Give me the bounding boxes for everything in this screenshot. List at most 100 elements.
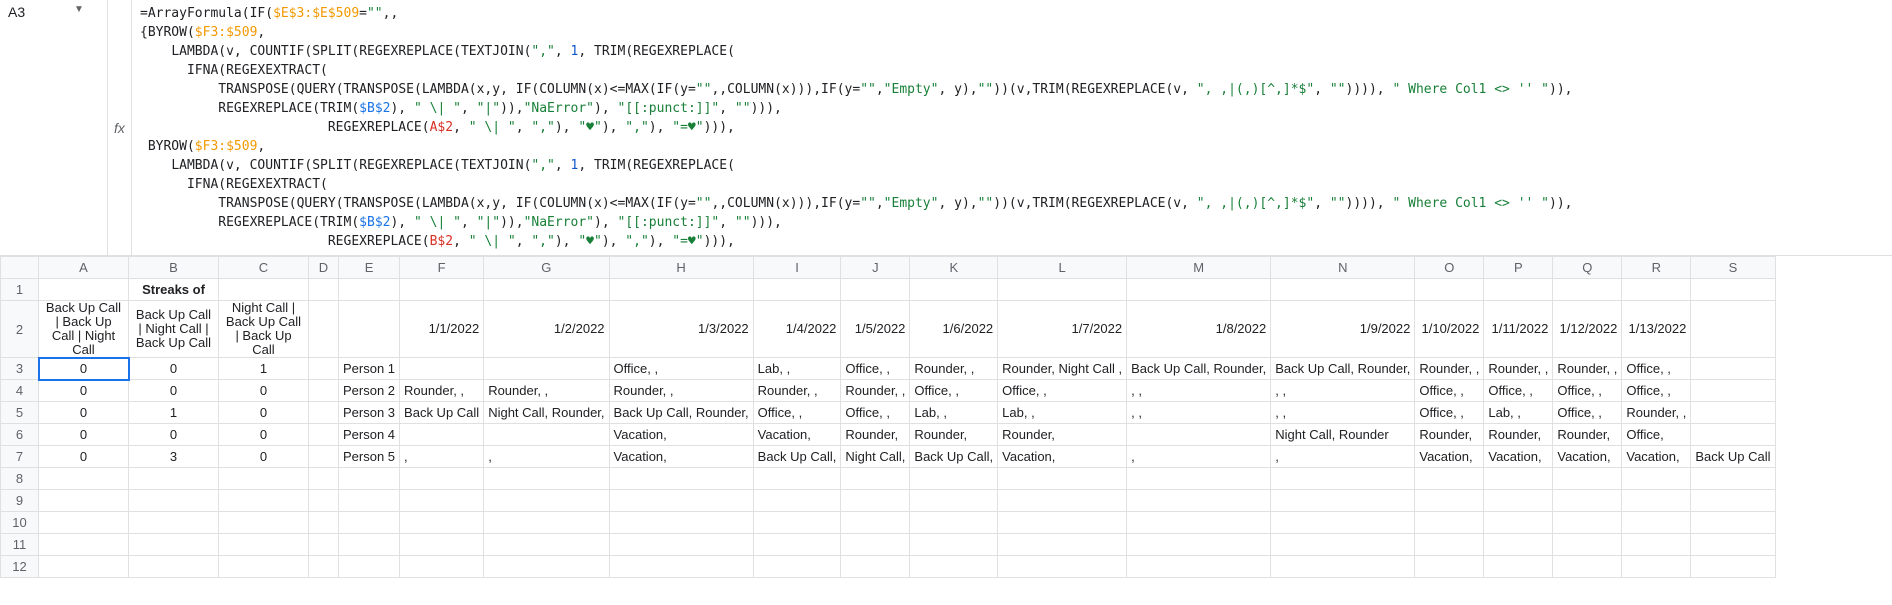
cell-D6[interactable] bbox=[309, 424, 339, 446]
cell-N7[interactable]: , bbox=[1271, 446, 1415, 468]
column-header-P[interactable]: P bbox=[1484, 257, 1553, 279]
cell-J6[interactable]: Rounder, bbox=[841, 424, 910, 446]
cell-N1[interactable] bbox=[1271, 279, 1415, 301]
cell-G11[interactable] bbox=[484, 534, 609, 556]
cell-R2[interactable]: 1/13/2022 bbox=[1622, 301, 1691, 358]
cell-J8[interactable] bbox=[841, 468, 910, 490]
cell-F10[interactable] bbox=[400, 512, 484, 534]
cell-M10[interactable] bbox=[1127, 512, 1271, 534]
cell-N2[interactable]: 1/9/2022 bbox=[1271, 301, 1415, 358]
cell-B7[interactable]: 3 bbox=[129, 446, 219, 468]
column-header-E[interactable]: E bbox=[339, 257, 400, 279]
cell-H8[interactable] bbox=[609, 468, 753, 490]
formula-input[interactable]: =ArrayFormula(IF($E$3:$E$509="",,{BYROW(… bbox=[132, 0, 1892, 255]
cell-I2[interactable]: 1/4/2022 bbox=[753, 301, 841, 358]
cell-H10[interactable] bbox=[609, 512, 753, 534]
column-header-I[interactable]: I bbox=[753, 257, 841, 279]
row-header-11[interactable]: 11 bbox=[1, 534, 39, 556]
cell-Q6[interactable]: Rounder, bbox=[1553, 424, 1622, 446]
cell-E2[interactable] bbox=[339, 301, 400, 358]
cell-E10[interactable] bbox=[339, 512, 400, 534]
cell-B9[interactable] bbox=[129, 490, 219, 512]
cell-J7[interactable]: Night Call, bbox=[841, 446, 910, 468]
cell-N4[interactable]: , , bbox=[1271, 380, 1415, 402]
cell-A6[interactable]: 0 bbox=[39, 424, 129, 446]
cell-C2[interactable]: Night Call | Back Up Call | Back Up Call bbox=[219, 301, 309, 358]
cell-R5[interactable]: Rounder, , bbox=[1622, 402, 1691, 424]
cell-A3[interactable]: 0 bbox=[39, 358, 129, 380]
cell-Q2[interactable]: 1/12/2022 bbox=[1553, 301, 1622, 358]
cell-R8[interactable] bbox=[1622, 468, 1691, 490]
cell-L7[interactable]: Vacation, bbox=[998, 446, 1127, 468]
cell-R12[interactable] bbox=[1622, 556, 1691, 578]
cell-A4[interactable]: 0 bbox=[39, 380, 129, 402]
row-header-4[interactable]: 4 bbox=[1, 380, 39, 402]
cell-L5[interactable]: Lab, , bbox=[998, 402, 1127, 424]
cell-A7[interactable]: 0 bbox=[39, 446, 129, 468]
cell-K2[interactable]: 1/6/2022 bbox=[910, 301, 998, 358]
cell-L8[interactable] bbox=[998, 468, 1127, 490]
cell-O11[interactable] bbox=[1415, 534, 1484, 556]
cell-P2[interactable]: 1/11/2022 bbox=[1484, 301, 1553, 358]
cell-M11[interactable] bbox=[1127, 534, 1271, 556]
cell-J3[interactable]: Office, , bbox=[841, 358, 910, 380]
cell-M3[interactable]: Back Up Call, Rounder, bbox=[1127, 358, 1271, 380]
cell-G2[interactable]: 1/2/2022 bbox=[484, 301, 609, 358]
cell-D5[interactable] bbox=[309, 402, 339, 424]
cell-A8[interactable] bbox=[39, 468, 129, 490]
cell-S11[interactable] bbox=[1691, 534, 1775, 556]
cell-M4[interactable]: , , bbox=[1127, 380, 1271, 402]
cell-C4[interactable]: 0 bbox=[219, 380, 309, 402]
row-header-6[interactable]: 6 bbox=[1, 424, 39, 446]
cell-M2[interactable]: 1/8/2022 bbox=[1127, 301, 1271, 358]
row-header-8[interactable]: 8 bbox=[1, 468, 39, 490]
cell-A9[interactable] bbox=[39, 490, 129, 512]
cell-G5[interactable]: Night Call, Rounder, bbox=[484, 402, 609, 424]
cell-L9[interactable] bbox=[998, 490, 1127, 512]
column-header-R[interactable]: R bbox=[1622, 257, 1691, 279]
cell-I7[interactable]: Back Up Call, bbox=[753, 446, 841, 468]
cell-Q8[interactable] bbox=[1553, 468, 1622, 490]
cell-K10[interactable] bbox=[910, 512, 998, 534]
select-all-corner[interactable] bbox=[1, 257, 39, 279]
cell-H6[interactable]: Vacation, bbox=[609, 424, 753, 446]
cell-P5[interactable]: Lab, , bbox=[1484, 402, 1553, 424]
cell-D3[interactable] bbox=[309, 358, 339, 380]
cell-C10[interactable] bbox=[219, 512, 309, 534]
cell-E4[interactable]: Person 2 bbox=[339, 380, 400, 402]
cell-H7[interactable]: Vacation, bbox=[609, 446, 753, 468]
column-header-B[interactable]: B bbox=[129, 257, 219, 279]
cell-J2[interactable]: 1/5/2022 bbox=[841, 301, 910, 358]
cell-F7[interactable]: , bbox=[400, 446, 484, 468]
cell-A11[interactable] bbox=[39, 534, 129, 556]
cell-F4[interactable]: Rounder, , bbox=[400, 380, 484, 402]
name-box-dropdown-icon[interactable]: ▼ bbox=[74, 4, 84, 15]
row-header-5[interactable]: 5 bbox=[1, 402, 39, 424]
cell-O2[interactable]: 1/10/2022 bbox=[1415, 301, 1484, 358]
cell-G1[interactable] bbox=[484, 279, 609, 301]
cell-K6[interactable]: Rounder, bbox=[910, 424, 998, 446]
cell-S9[interactable] bbox=[1691, 490, 1775, 512]
cell-K11[interactable] bbox=[910, 534, 998, 556]
row-header-2[interactable]: 2 bbox=[1, 301, 39, 358]
cell-M7[interactable]: , bbox=[1127, 446, 1271, 468]
cell-C7[interactable]: 0 bbox=[219, 446, 309, 468]
cell-O8[interactable] bbox=[1415, 468, 1484, 490]
cell-I3[interactable]: Lab, , bbox=[753, 358, 841, 380]
cell-K1[interactable] bbox=[910, 279, 998, 301]
cell-O9[interactable] bbox=[1415, 490, 1484, 512]
column-header-G[interactable]: G bbox=[484, 257, 609, 279]
cell-I12[interactable] bbox=[753, 556, 841, 578]
cell-R4[interactable]: Office, , bbox=[1622, 380, 1691, 402]
cell-P7[interactable]: Vacation, bbox=[1484, 446, 1553, 468]
cell-G6[interactable] bbox=[484, 424, 609, 446]
column-header-J[interactable]: J bbox=[841, 257, 910, 279]
cell-F9[interactable] bbox=[400, 490, 484, 512]
cell-N5[interactable]: , , bbox=[1271, 402, 1415, 424]
cell-C5[interactable]: 0 bbox=[219, 402, 309, 424]
cell-B2[interactable]: Back Up Call | Night Call | Back Up Call bbox=[129, 301, 219, 358]
cell-H3[interactable]: Office, , bbox=[609, 358, 753, 380]
grid-area[interactable]: ABCDEFGHIJKLMNOPQRS 1Streaks of2Back Up … bbox=[0, 256, 1892, 605]
cell-M1[interactable] bbox=[1127, 279, 1271, 301]
cell-F5[interactable]: Back Up Call bbox=[400, 402, 484, 424]
